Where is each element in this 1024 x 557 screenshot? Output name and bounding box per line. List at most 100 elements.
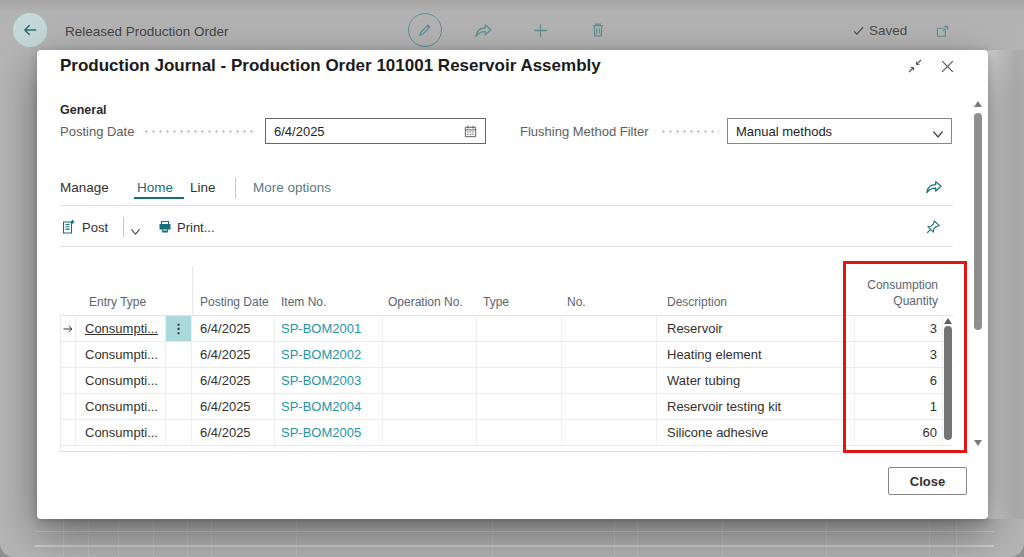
- type-cell[interactable]: [477, 342, 562, 367]
- description-cell[interactable]: Silicone adhesive: [657, 420, 855, 445]
- no-cell[interactable]: [562, 316, 657, 341]
- leader-dots: [662, 130, 719, 133]
- share-icon: [925, 178, 943, 196]
- edit-button[interactable]: [408, 13, 442, 47]
- description-cell[interactable]: Water tubing: [657, 368, 855, 393]
- print-button[interactable]: Print...: [177, 220, 215, 235]
- col-item-no[interactable]: Item No.: [275, 266, 383, 315]
- close-dialog-button[interactable]: [938, 57, 956, 75]
- pencil-icon: [416, 21, 434, 39]
- page-shade: [988, 50, 1024, 519]
- journal-line-row[interactable]: Consumpti... 6/4/2025 SP-BOM2005 Silicon…: [60, 420, 953, 446]
- chevron-down-icon: [932, 127, 944, 142]
- col-description[interactable]: Description: [657, 266, 855, 315]
- operation-no-cell[interactable]: [383, 342, 477, 367]
- check-icon: [852, 24, 865, 37]
- post-button[interactable]: Post: [82, 220, 108, 235]
- journal-lines-grid: Entry Type Posting Date Item No. Operati…: [60, 266, 953, 452]
- partial-row: [60, 446, 953, 452]
- journal-line-row[interactable]: Consumpti... 6/4/2025 SP-BOM2002 Heating…: [60, 342, 953, 368]
- item-no-link[interactable]: SP-BOM2002: [281, 347, 361, 362]
- description-cell[interactable]: Heating element: [657, 342, 855, 367]
- type-cell[interactable]: [477, 316, 562, 341]
- col-entry-type[interactable]: Entry Type: [76, 266, 166, 315]
- dialog-scrollbar-up[interactable]: [974, 101, 982, 107]
- item-no-link[interactable]: SP-BOM2003: [281, 373, 361, 388]
- close-button[interactable]: Close: [888, 467, 967, 495]
- plus-icon: [532, 22, 549, 39]
- col-no[interactable]: No.: [562, 266, 657, 315]
- entry-type-cell[interactable]: Consumpti...: [76, 342, 166, 367]
- current-row-arrow-icon: [62, 323, 74, 335]
- entry-type-cell[interactable]: Consumpti...: [76, 368, 166, 393]
- pin-off-icon: [925, 219, 941, 235]
- entry-type-cell[interactable]: Consumpti...: [85, 321, 158, 336]
- posting-date-cell[interactable]: 6/4/2025: [192, 316, 275, 341]
- journal-line-row[interactable]: Consumpti... 6/4/2025 SP-BOM2003 Water t…: [60, 368, 953, 394]
- operation-no-cell[interactable]: [383, 420, 477, 445]
- posting-date-cell[interactable]: 6/4/2025: [192, 420, 275, 445]
- entry-type-cell[interactable]: Consumpti...: [76, 394, 166, 419]
- posting-date-cell[interactable]: 6/4/2025: [192, 368, 275, 393]
- operation-no-cell[interactable]: [383, 316, 477, 341]
- delete-button[interactable]: [581, 13, 615, 47]
- flushing-method-filter-label: Flushing Method Filter: [520, 124, 649, 139]
- posting-date-label: Posting Date: [60, 124, 134, 139]
- description-cell[interactable]: Reservoir: [657, 316, 855, 341]
- divider: [60, 205, 953, 206]
- type-cell[interactable]: [477, 394, 562, 419]
- entry-type-cell[interactable]: Consumpti...: [76, 420, 166, 445]
- trash-icon: [589, 21, 607, 39]
- no-cell[interactable]: [562, 342, 657, 367]
- flushing-method-filter-select[interactable]: Manual methods: [727, 118, 952, 144]
- close-icon: [939, 58, 956, 75]
- grid-header-row: Entry Type Posting Date Item No. Operati…: [60, 266, 953, 316]
- post-dropdown-button[interactable]: [130, 222, 141, 240]
- more-options-button[interactable]: More options: [253, 180, 331, 195]
- journal-line-row[interactable]: Consumpti... 6/4/2025 SP-BOM2004 Reservo…: [60, 394, 953, 420]
- item-no-link[interactable]: SP-BOM2001: [281, 321, 361, 336]
- no-cell[interactable]: [562, 368, 657, 393]
- operation-no-cell[interactable]: [383, 394, 477, 419]
- minimize-button[interactable]: [906, 57, 924, 75]
- row-options-button[interactable]: ⋮: [166, 316, 192, 341]
- tab-manage[interactable]: Manage: [60, 180, 109, 195]
- share-menu-button[interactable]: [925, 178, 943, 200]
- dialog-scrollbar-thumb[interactable]: [974, 113, 982, 330]
- calendar-icon[interactable]: [463, 124, 478, 142]
- active-tab-underline: [134, 197, 184, 199]
- share-button[interactable]: [466, 13, 500, 47]
- type-cell[interactable]: [477, 420, 562, 445]
- col-type[interactable]: Type: [477, 266, 562, 315]
- col-operation-no[interactable]: Operation No.: [383, 266, 477, 315]
- posting-date-cell[interactable]: 6/4/2025: [192, 394, 275, 419]
- new-button[interactable]: [523, 13, 557, 47]
- post-icon: [60, 219, 76, 239]
- no-cell[interactable]: [562, 394, 657, 419]
- open-in-new-window-icon: [935, 24, 950, 39]
- dialog-scrollbar-down[interactable]: [974, 440, 982, 446]
- toolbar-divider: [123, 217, 124, 237]
- print-icon: [157, 219, 173, 239]
- open-in-new-window-button[interactable]: [925, 14, 959, 48]
- col-posting-date[interactable]: Posting Date: [192, 266, 275, 315]
- tab-line[interactable]: Line: [190, 180, 216, 195]
- posting-date-cell[interactable]: 6/4/2025: [192, 342, 275, 367]
- description-cell[interactable]: Reservoir testing kit: [657, 394, 855, 419]
- operation-no-cell[interactable]: [383, 368, 477, 393]
- no-cell[interactable]: [562, 420, 657, 445]
- general-section-label: General: [60, 103, 107, 117]
- back-button[interactable]: [13, 13, 47, 47]
- highlight-rectangle: [843, 261, 967, 453]
- tab-home[interactable]: Home: [137, 180, 173, 195]
- item-no-link[interactable]: SP-BOM2004: [281, 399, 361, 414]
- type-cell[interactable]: [477, 368, 562, 393]
- leader-dots: [145, 130, 257, 133]
- journal-line-row[interactable]: Consumpti... ⋮ 6/4/2025 SP-BOM2001 Reser…: [60, 316, 953, 342]
- unpin-button[interactable]: [925, 219, 941, 239]
- item-no-link[interactable]: SP-BOM2005: [281, 425, 361, 440]
- posting-date-input[interactable]: 6/4/2025: [265, 118, 486, 144]
- header-divider: [192, 266, 193, 316]
- background-page-title: Released Production Order: [65, 24, 229, 39]
- screen: Released Production Order Saved: [0, 0, 1024, 557]
